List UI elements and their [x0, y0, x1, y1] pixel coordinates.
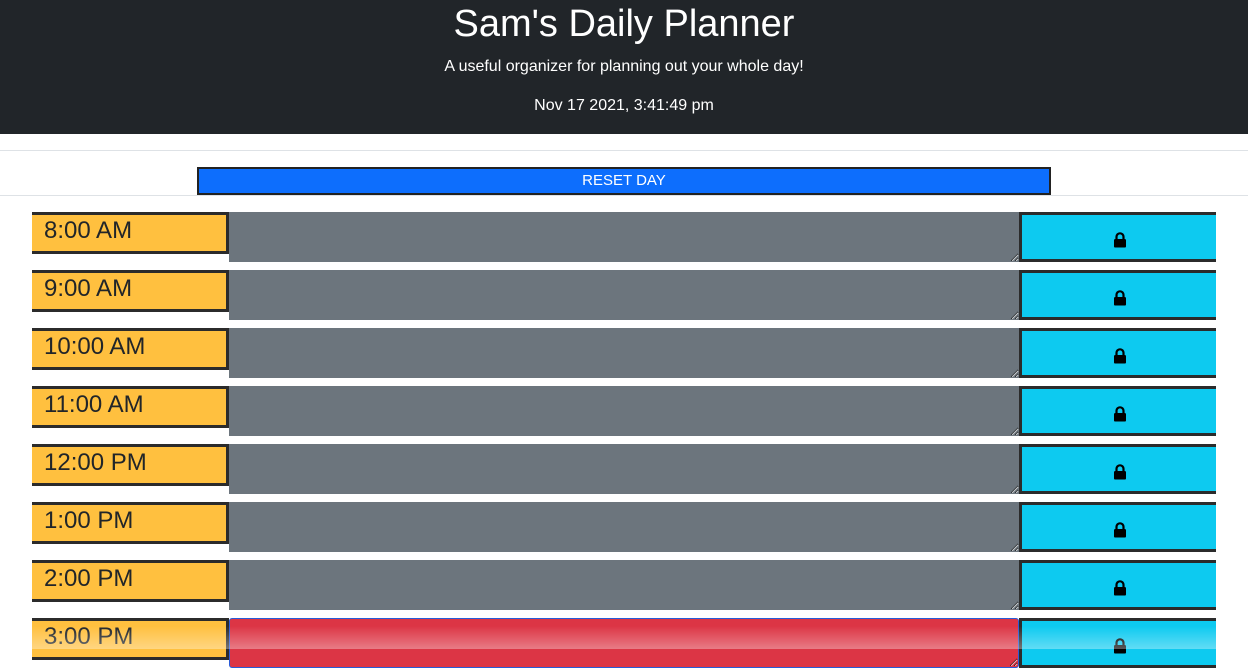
time-block-row: 11:00 AM [32, 386, 1216, 436]
hour-label: 10:00 AM [32, 328, 229, 370]
lock-icon [1114, 406, 1126, 422]
time-block-row: 8:00 AM [32, 212, 1216, 262]
hour-label: 12:00 PM [32, 444, 229, 486]
hour-label: 1:00 PM [32, 502, 229, 544]
task-input[interactable] [229, 560, 1019, 610]
hour-label: 9:00 AM [32, 270, 229, 312]
lock-icon [1114, 348, 1126, 364]
save-button[interactable] [1019, 270, 1216, 320]
lock-icon [1114, 638, 1126, 654]
hour-label: 3:00 PM [32, 618, 229, 660]
time-block-row: 3:00 PM [32, 618, 1216, 668]
time-block-row: 2:00 PM [32, 560, 1216, 610]
task-input[interactable] [229, 386, 1019, 436]
hour-label: 8:00 AM [32, 212, 229, 254]
time-block-list: 8:00 AM 9:00 AM 10:00 AM 11:00 AM 12:00 PM 1:… [0, 0, 1248, 668]
save-button[interactable] [1019, 328, 1216, 378]
task-input[interactable] [229, 328, 1019, 378]
hour-label: 11:00 AM [32, 386, 229, 428]
task-input[interactable] [229, 444, 1019, 494]
save-button[interactable] [1019, 502, 1216, 552]
task-input[interactable] [229, 618, 1019, 668]
lock-icon [1114, 522, 1126, 538]
time-block-row: 10:00 AM [32, 328, 1216, 378]
save-button[interactable] [1019, 444, 1216, 494]
save-button[interactable] [1019, 212, 1216, 262]
task-input[interactable] [229, 212, 1019, 262]
lock-icon [1114, 580, 1126, 596]
time-block-row: 1:00 PM [32, 502, 1216, 552]
task-input[interactable] [229, 270, 1019, 320]
time-block-row: 9:00 AM [32, 270, 1216, 320]
lock-icon [1114, 464, 1126, 480]
save-button[interactable] [1019, 560, 1216, 610]
hour-label: 2:00 PM [32, 560, 229, 602]
task-input[interactable] [229, 502, 1019, 552]
time-block-row: 12:00 PM [32, 444, 1216, 494]
lock-icon [1114, 290, 1126, 306]
save-button[interactable] [1019, 386, 1216, 436]
save-button[interactable] [1019, 618, 1216, 668]
lock-icon [1114, 232, 1126, 248]
